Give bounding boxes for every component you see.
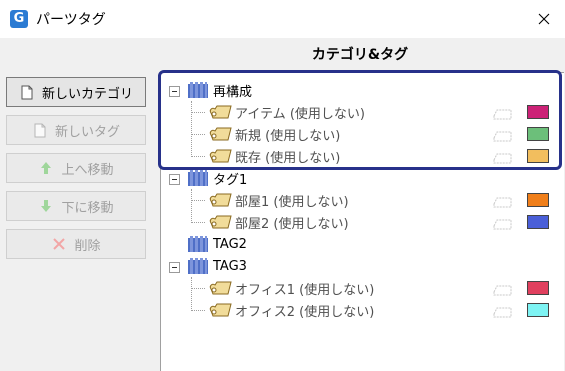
delete-button[interactable]: 削除	[6, 229, 146, 259]
tag-outline-icon	[493, 307, 512, 318]
move-up-label: 上へ移動	[61, 162, 114, 178]
new-tag-label: 新しいタグ	[54, 124, 120, 140]
tag-row[interactable]: オフィス2 (使用しない)	[235, 299, 374, 321]
category-row[interactable]: TAG3	[213, 255, 247, 277]
tree-connector	[191, 189, 192, 223]
tree-connector	[191, 310, 205, 311]
tag-color-swatch[interactable]	[527, 303, 549, 317]
tree-connector	[191, 277, 192, 311]
tag-label-icon	[209, 303, 232, 317]
tag-row[interactable]: 部屋2 (使用しない)	[235, 211, 349, 233]
close-button[interactable]	[522, 0, 565, 38]
tag-outline-icon	[493, 197, 512, 208]
arrow-down-icon	[38, 198, 54, 214]
folder-books-icon	[188, 236, 208, 252]
collapse-toggle[interactable]	[169, 174, 180, 185]
tag-outline-icon	[493, 219, 512, 230]
new-category-label: 新しいカテゴリ	[41, 86, 133, 102]
move-down-label: 下に移動	[61, 200, 114, 216]
tag-color-swatch[interactable]	[527, 193, 549, 207]
selection-highlight-box	[158, 70, 562, 170]
new-tag-button[interactable]: 新しいタグ	[6, 115, 146, 145]
category-row[interactable]: タグ1	[213, 167, 247, 189]
document-icon	[32, 122, 48, 138]
tag-label-icon	[209, 281, 232, 295]
folder-books-icon	[188, 258, 208, 274]
tree-connector	[191, 288, 205, 289]
category-row[interactable]: TAG2	[213, 233, 247, 255]
x-delete-icon	[51, 236, 67, 252]
new-category-button[interactable]: 新しいカテゴリ	[6, 77, 146, 107]
tree-connector	[191, 200, 205, 201]
tag-outline-icon	[493, 285, 512, 296]
tag-label-icon	[209, 215, 232, 229]
collapse-toggle[interactable]	[169, 262, 180, 273]
tag-label-icon	[209, 193, 232, 207]
delete-label: 削除	[74, 238, 101, 254]
title-bar: G パーツタグ	[0, 0, 565, 38]
tree-connector	[191, 222, 205, 223]
folder-books-icon	[188, 170, 208, 186]
close-icon	[538, 13, 549, 25]
tag-color-swatch[interactable]	[527, 281, 549, 295]
document-icon	[19, 84, 35, 100]
tag-color-swatch[interactable]	[527, 215, 549, 229]
window-title: パーツタグ	[36, 12, 106, 28]
move-up-button[interactable]: 上へ移動	[6, 153, 146, 183]
move-down-button[interactable]: 下に移動	[6, 191, 146, 221]
app-logo-icon: G	[10, 10, 28, 28]
tag-row[interactable]: 部屋1 (使用しない)	[235, 189, 349, 211]
tag-row[interactable]: オフィス1 (使用しない)	[235, 277, 374, 299]
panel-header: カテゴリ&タグ	[311, 47, 409, 63]
arrow-up-icon	[38, 160, 54, 176]
